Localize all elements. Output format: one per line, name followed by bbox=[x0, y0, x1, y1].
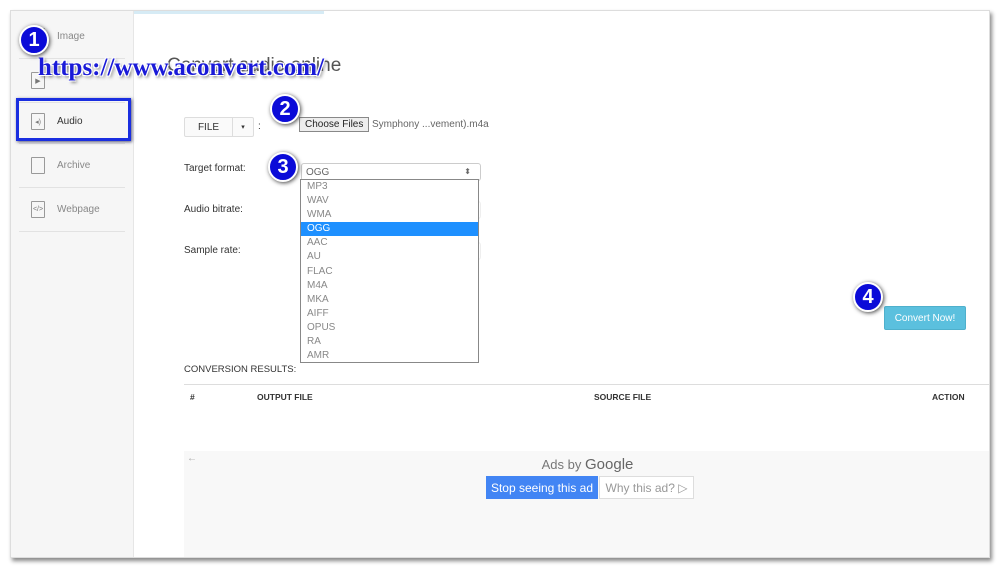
target-format-options: MP3 WAV WMA OGG AAC AU FLAC M4A MKA AIFF… bbox=[300, 179, 479, 363]
option[interactable]: OPUS bbox=[301, 321, 478, 335]
sidebar-item-webpage[interactable]: </> Webpage bbox=[19, 188, 125, 232]
webpage-file-icon: </> bbox=[31, 201, 45, 218]
stop-seeing-ad-button[interactable]: Stop seeing this ad bbox=[486, 476, 598, 499]
step-badge-2: 2 bbox=[270, 94, 300, 124]
column-header: # bbox=[190, 392, 195, 402]
step-badge-1: 1 bbox=[19, 25, 49, 55]
column-header: SOURCE FILE bbox=[594, 392, 652, 402]
overlay-url: https://www.aconvert.com/ bbox=[38, 54, 325, 81]
sidebar-item-archive[interactable]: Archive bbox=[19, 144, 125, 188]
ads-by-text: Ads by bbox=[541, 457, 582, 472]
option[interactable]: RA bbox=[301, 335, 478, 349]
audio-highlight-box bbox=[16, 98, 131, 141]
convert-now-button[interactable]: Convert Now! bbox=[884, 306, 966, 330]
option[interactable]: MP3 bbox=[301, 180, 478, 194]
loading-bar bbox=[134, 11, 324, 14]
option[interactable]: AIFF bbox=[301, 307, 478, 321]
option[interactable]: WAV bbox=[301, 194, 478, 208]
results-table-header: # OUTPUT FILE SOURCE FILE ACTION bbox=[184, 384, 989, 406]
option[interactable]: MKA bbox=[301, 293, 478, 307]
conversion-results-title: CONVERSION RESULTS: bbox=[184, 364, 297, 375]
colon: : bbox=[258, 121, 261, 132]
sidebar-item-label: Webpage bbox=[57, 204, 100, 215]
google-logo: Google bbox=[585, 456, 634, 473]
option[interactable]: AAC bbox=[301, 236, 478, 250]
sidebar: Image ▶ ◂) Audio Archive </> Webpage bbox=[11, 11, 134, 557]
target-format-label: Target format: bbox=[184, 163, 246, 174]
option[interactable]: FLAC bbox=[301, 265, 478, 279]
choose-files-button[interactable]: Choose Files bbox=[299, 117, 370, 132]
ad-panel: ← Ads by Google Stop seeing this ad Why … bbox=[184, 451, 989, 557]
column-header: ACTION bbox=[932, 392, 965, 402]
option[interactable]: AMR bbox=[301, 349, 478, 363]
file-source-dropdown[interactable]: FILE ▾ bbox=[184, 117, 254, 137]
ads-by-google: Ads by Google bbox=[184, 456, 989, 473]
why-this-ad-button[interactable]: Why this ad? ▷ bbox=[599, 476, 694, 499]
column-header: OUTPUT FILE bbox=[257, 392, 313, 402]
archive-file-icon bbox=[31, 157, 45, 174]
audio-bitrate-label: Audio bitrate: bbox=[184, 204, 243, 215]
option[interactable]: AU bbox=[301, 250, 478, 264]
option-selected[interactable]: OGG bbox=[301, 222, 478, 237]
select-arrows-icon: ⬍ bbox=[464, 167, 471, 176]
step-badge-3: 3 bbox=[268, 152, 298, 182]
sample-rate-label: Sample rate: bbox=[184, 245, 241, 256]
selected-file-name: Symphony ...vement).m4a bbox=[372, 119, 489, 130]
option[interactable]: WMA bbox=[301, 208, 478, 222]
sidebar-item-label: Archive bbox=[57, 160, 91, 171]
selected-value: OGG bbox=[306, 167, 330, 178]
option[interactable]: M4A bbox=[301, 279, 478, 293]
step-badge-4: 4 bbox=[853, 282, 883, 312]
file-label: FILE bbox=[185, 118, 233, 136]
caret-down-icon: ▾ bbox=[241, 124, 245, 131]
sidebar-item-label: Image bbox=[57, 31, 85, 42]
browser-window: Image ▶ ◂) Audio Archive </> Webpage Conve… bbox=[10, 10, 990, 558]
